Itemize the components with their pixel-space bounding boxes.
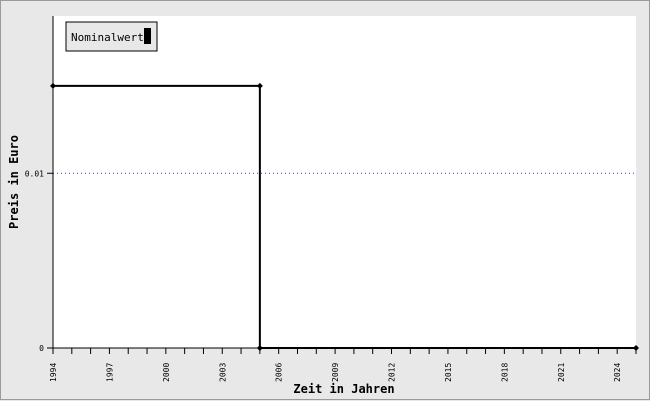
y-tick-label: 0 xyxy=(39,344,44,353)
legend-swatch xyxy=(144,28,151,44)
y-tick-label: 0.01 xyxy=(25,169,44,178)
x-tick-label: 2000 xyxy=(162,363,171,382)
x-axis-label: Zeit in Jahren xyxy=(293,382,394,396)
x-tick-label: 2012 xyxy=(388,363,397,382)
legend: Nominalwert xyxy=(65,21,158,52)
x-tick-label: 2018 xyxy=(500,363,509,382)
x-tick-label: 2006 xyxy=(275,363,284,382)
chart: 1994 1997 2000 2003 2006 2009 2012 2015 2018 2021… xyxy=(7,16,639,396)
x-tick-label: 2003 xyxy=(218,363,227,382)
x-tick-label: 1994 xyxy=(49,363,58,382)
legend-label: Nominalwert xyxy=(71,31,144,44)
x-tick-label: 2015 xyxy=(444,363,453,382)
plot-area xyxy=(53,16,636,348)
x-tick-label: 2009 xyxy=(331,363,340,382)
y-axis-label: Preis in Euro xyxy=(7,135,21,229)
chart-frame: 1994 1997 2000 2003 2006 2009 2012 2015 2018 2021… xyxy=(0,0,650,400)
x-tick-label: 2021 xyxy=(557,363,566,382)
x-tick-label: 1997 xyxy=(105,363,114,382)
x-tick-label: 2024 xyxy=(613,363,622,382)
